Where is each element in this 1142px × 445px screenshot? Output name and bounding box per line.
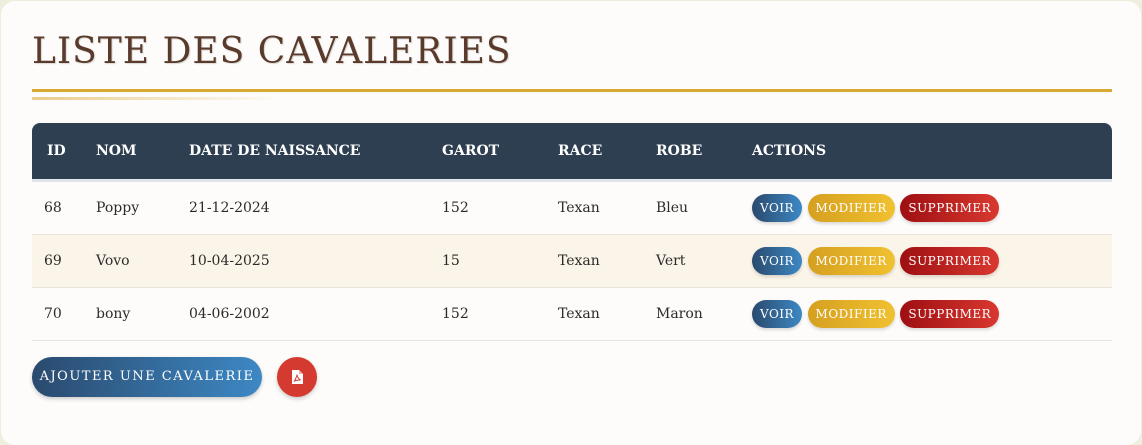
cell-id: 69 (32, 234, 96, 288)
cell-id: 68 (32, 180, 96, 235)
cell-actions: VOIR MODIFIER SUPPRIMER (752, 287, 1112, 341)
edit-button[interactable]: MODIFIER (807, 300, 895, 328)
view-button[interactable]: VOIR (752, 194, 803, 222)
delete-button[interactable]: SUPPRIMER (900, 300, 1000, 328)
cell-garot: 152 (442, 180, 558, 235)
cell-robe: Vert (656, 234, 752, 288)
cell-actions: VOIR MODIFIER SUPPRIMER (752, 180, 1112, 235)
cell-date: 04-06-2002 (189, 287, 442, 341)
col-header-race: RACE (558, 123, 656, 182)
cell-date: 10-04-2025 (189, 234, 442, 288)
cavalry-table: ID NOM DATE DE NAISSANCE GAROT RACE ROBE… (32, 123, 1112, 341)
col-header-actions: ACTIONS (752, 123, 1112, 182)
edit-button[interactable]: MODIFIER (807, 247, 895, 275)
col-header-robe: ROBE (656, 123, 752, 182)
title-underline-accent (32, 97, 282, 100)
cell-race: Texan (558, 180, 656, 235)
cell-date: 21-12-2024 (189, 180, 442, 235)
cell-nom: bony (96, 287, 189, 341)
view-button[interactable]: VOIR (752, 300, 803, 328)
cell-race: Texan (558, 234, 656, 288)
file-pdf-icon (292, 370, 303, 384)
col-header-garot: GAROT (442, 123, 558, 182)
col-header-nom: NOM (96, 123, 189, 182)
cell-nom: Vovo (96, 234, 189, 288)
table-row: 70 bony 04-06-2002 152 Texan Maron VOIR … (32, 287, 1112, 341)
cell-id: 70 (32, 287, 96, 341)
cell-robe: Bleu (656, 180, 752, 235)
delete-button[interactable]: SUPPRIMER (900, 194, 1000, 222)
edit-button[interactable]: MODIFIER (807, 194, 895, 222)
cell-garot: 152 (442, 287, 558, 341)
page-title: LISTE DES CAVALERIES (32, 31, 512, 72)
col-header-date: DATE DE NAISSANCE (189, 123, 442, 182)
title-underline (32, 89, 1112, 92)
col-header-id: ID (32, 123, 96, 182)
delete-button[interactable]: SUPPRIMER (900, 247, 1000, 275)
list-card: LISTE DES CAVALERIES ID NOM DATE DE NAIS… (1, 1, 1141, 445)
export-pdf-button[interactable] (277, 357, 317, 397)
cell-robe: Maron (656, 287, 752, 341)
table-row: 69 Vovo 10-04-2025 15 Texan Vert VOIR MO… (32, 234, 1112, 288)
table-header-row: ID NOM DATE DE NAISSANCE GAROT RACE ROBE… (32, 123, 1112, 182)
cell-actions: VOIR MODIFIER SUPPRIMER (752, 234, 1112, 288)
cell-race: Texan (558, 287, 656, 341)
view-button[interactable]: VOIR (752, 247, 803, 275)
cell-garot: 15 (442, 234, 558, 288)
cell-nom: Poppy (96, 180, 189, 235)
add-cavalry-button[interactable]: AJOUTER UNE CAVALERIE (32, 357, 262, 397)
table-row: 68 Poppy 21-12-2024 152 Texan Bleu VOIR … (32, 180, 1112, 235)
